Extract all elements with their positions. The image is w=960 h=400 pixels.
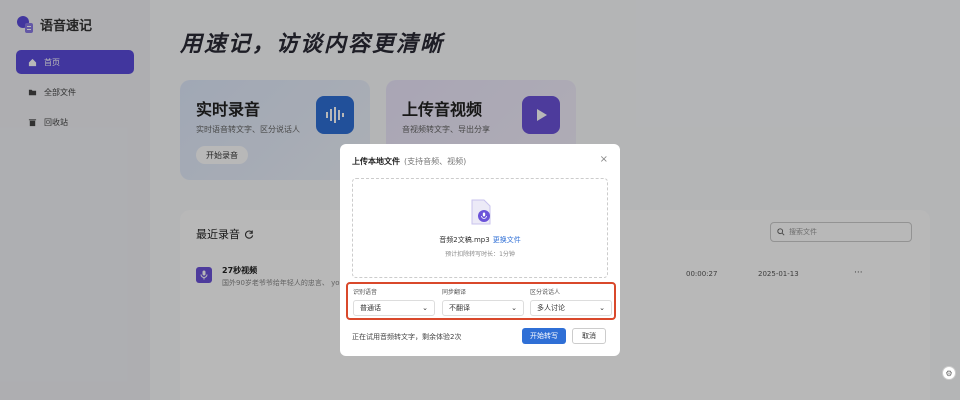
chevron-down-icon: ⌄: [511, 304, 517, 312]
dialog-title-text: 上传本地文件: [352, 157, 400, 166]
close-icon[interactable]: ×: [600, 154, 608, 165]
select-value: 多人讨论: [537, 304, 565, 312]
transcription-options: 识别语音 普通话 ⌄ 同步翻译 不翻译 ⌄ 区分说话人 多人讨论 ⌄: [346, 282, 616, 320]
start-transcription-button[interactable]: 开始转写: [522, 328, 566, 344]
settings-icon[interactable]: ⚙: [942, 366, 956, 380]
select-value: 不翻译: [449, 304, 470, 312]
cancel-button[interactable]: 取消: [572, 328, 606, 344]
dialog-title-hint: (支持音频、视频): [404, 157, 467, 166]
upload-dialog: 上传本地文件 (支持音频、视频) × 音频2文稿.mp3 更换文件 预计扣除转写时长…: [340, 144, 620, 356]
dialog-title: 上传本地文件 (支持音频、视频): [352, 156, 466, 167]
option-speaker-diarization: 区分说话人 多人讨论 ⌄: [530, 287, 612, 316]
audio-file-icon: [471, 199, 491, 225]
file-name: 音频2文稿.mp3: [439, 236, 490, 244]
language-select[interactable]: 普通话 ⌄: [353, 300, 435, 316]
replace-file-link[interactable]: 更换文件: [493, 236, 521, 244]
option-label: 区分说话人: [530, 289, 561, 296]
file-drop-zone[interactable]: 音频2文稿.mp3 更换文件 预计扣除转写时长：1分钟: [352, 178, 608, 278]
trial-note: 正在试用音频转文字，剩余体验2次: [352, 333, 462, 341]
select-value: 普通话: [360, 304, 381, 312]
chevron-down-icon: ⌄: [599, 304, 605, 312]
option-recognition-language: 识别语音 普通话 ⌄: [353, 287, 435, 316]
selected-file: 音频2文稿.mp3 更换文件: [353, 235, 607, 245]
translation-select[interactable]: 不翻译 ⌄: [442, 300, 524, 316]
chevron-down-icon: ⌄: [422, 304, 428, 312]
speaker-select[interactable]: 多人讨论 ⌄: [530, 300, 612, 316]
duration-estimate: 预计扣除转写时长：1分钟: [445, 251, 515, 258]
option-label: 同步翻译: [442, 289, 467, 296]
option-translation: 同步翻译 不翻译 ⌄: [442, 287, 524, 316]
option-label: 识别语音: [353, 289, 378, 296]
